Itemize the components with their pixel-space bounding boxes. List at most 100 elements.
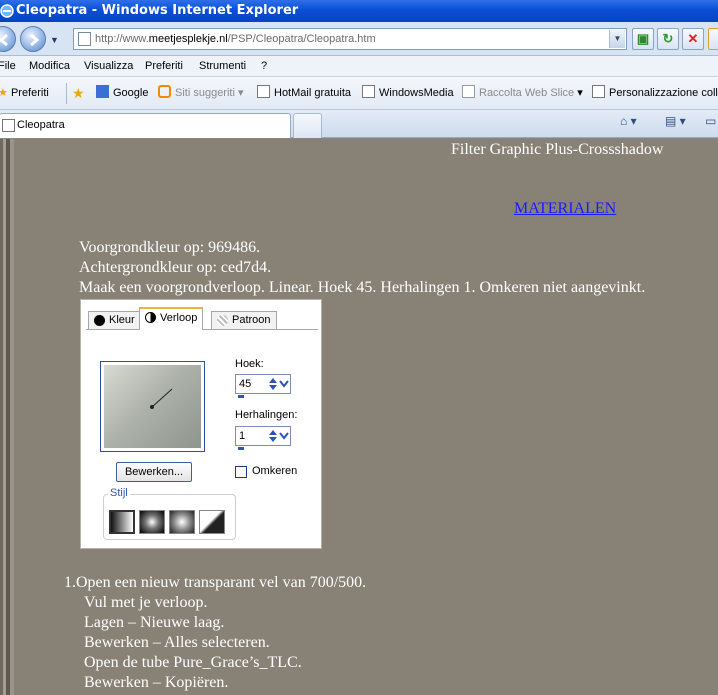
divider xyxy=(66,83,67,104)
address-toolbar: ▼ http://www.meetjesplekje.nl/PSP/Cleopa… xyxy=(0,22,718,56)
menu-tools[interactable]: Strumenti xyxy=(199,56,246,77)
address-dropdown-icon[interactable]: ▼ xyxy=(609,30,625,48)
fav-item-google[interactable]: Google xyxy=(96,77,148,110)
fav-item-personalize[interactable]: Personalizzazione colle xyxy=(592,77,718,110)
style-radial-icon xyxy=(199,510,225,534)
page-content: Filter Graphic Plus-Crossshadow MATERIAL… xyxy=(0,139,718,695)
gradient-preview xyxy=(100,361,205,452)
window-titlebar: Cleopatra - Windows Internet Explorer xyxy=(0,0,718,22)
materials-link[interactable]: MATERIALEN xyxy=(514,200,616,218)
internet-explorer-icon xyxy=(0,4,14,18)
url-prefix: http://www. xyxy=(95,33,149,45)
page-icon xyxy=(78,32,91,46)
fav-item-web-slice[interactable]: Raccolta Web Slice ▾ xyxy=(462,77,583,110)
step-line: Bewerken – Alles selecteren. xyxy=(84,634,270,651)
step-line: Lagen – Nieuwe laag. xyxy=(84,614,225,631)
rss-feed-icon[interactable]: ▤ ▾ xyxy=(665,114,686,128)
border-stripe xyxy=(10,139,14,695)
pattern-circle-icon xyxy=(217,315,228,326)
angle-handle-icon xyxy=(150,388,173,409)
fav-item-hotmail[interactable]: HotMail gratuita xyxy=(257,77,351,110)
step-line: Open de tube Pure_Grace’s_TLC. xyxy=(84,654,302,671)
suggested-sites-icon xyxy=(158,85,171,98)
ie-page-icon xyxy=(362,85,375,98)
star-icon: ★ xyxy=(0,87,8,99)
edit-button: Bewerken... xyxy=(116,462,192,482)
menu-edit[interactable]: Modifica xyxy=(29,56,70,77)
fav-item-windowsmedia[interactable]: WindowsMedia xyxy=(362,77,454,110)
search-box-button[interactable] xyxy=(708,28,718,50)
ie-page-icon xyxy=(462,85,475,98)
fav-item-label: HotMail gratuita xyxy=(274,87,352,99)
repeats-value: 1 xyxy=(239,430,246,442)
fav-item-label: Raccolta Web Slice xyxy=(479,87,575,99)
gradient-swatch xyxy=(104,365,201,448)
spinner-arrows-icon xyxy=(269,430,289,442)
intro-line: Maak een voorgrondverloop. Linear. Hoek … xyxy=(79,279,646,296)
tab-label: Verloop xyxy=(160,312,198,324)
fav-item-label: WindowsMedia xyxy=(379,87,454,99)
menu-favorites[interactable]: Preferiti xyxy=(145,56,183,77)
home-icon[interactable]: ⌂ ▾ xyxy=(620,114,637,128)
menu-file[interactable]: File xyxy=(0,56,16,77)
color-circle-icon xyxy=(94,315,105,326)
invert-checkbox xyxy=(235,466,247,478)
fav-item-suggested-sites[interactable]: Siti suggeriti ▾ xyxy=(158,77,244,110)
style-label: Stijl xyxy=(108,487,130,499)
spinner-slider xyxy=(238,395,244,398)
tab-color: Kleur xyxy=(88,311,141,329)
tab-label: Patroon xyxy=(232,314,271,326)
back-arrow-icon xyxy=(0,33,8,47)
tab-cleopatra[interactable]: Cleopatra xyxy=(0,113,291,138)
stop-button[interactable]: ✕ xyxy=(682,28,704,50)
add-favorite-icon[interactable]: ★ xyxy=(72,77,85,110)
url-host: meetjesplekje.nl xyxy=(148,33,228,45)
spinner-arrows-icon xyxy=(269,378,289,390)
step-line: 1.Open een nieuw transparant vel van 700… xyxy=(64,574,367,591)
ie-page-icon xyxy=(257,85,270,98)
tab-label: Kleur xyxy=(109,314,135,326)
back-button[interactable] xyxy=(0,26,16,52)
step-line: Bewerken – Kopiëren. xyxy=(84,674,229,691)
forward-button[interactable] xyxy=(20,26,46,52)
favorites-label: Preferiti xyxy=(10,87,49,99)
style-sunburst-icon xyxy=(169,510,195,534)
menu-bar: File Modifica Visualizza Preferiti Strum… xyxy=(0,56,718,77)
step-line: Vul met je verloop. xyxy=(84,594,208,611)
favorites-button[interactable]: ★ Preferiti xyxy=(0,77,49,110)
menu-help[interactable]: ? xyxy=(261,56,267,77)
window-title: Cleopatra - Windows Internet Explorer xyxy=(16,3,299,18)
refresh-button[interactable]: ↻ xyxy=(657,28,679,50)
forward-arrow-icon xyxy=(30,33,40,47)
new-tab-button[interactable] xyxy=(293,113,322,138)
tab-bar: Cleopatra xyxy=(0,110,718,138)
history-dropdown-icon[interactable]: ▼ xyxy=(50,35,59,45)
url-path: /PSP/Cleopatra/Cleopatra.htm xyxy=(227,33,376,45)
address-input[interactable]: http://www.meetjesplekje.nl/PSP/Cleopatr… xyxy=(73,28,627,50)
compatibility-icon: ▣ xyxy=(636,31,650,46)
print-icon[interactable]: ▭ xyxy=(705,114,716,128)
menu-view[interactable]: Visualizza xyxy=(84,56,133,77)
angle-spinner: 45 xyxy=(235,374,291,398)
gradient-circle-icon xyxy=(145,312,156,323)
angle-label: Hoek: xyxy=(235,358,264,370)
tab-gradient: Verloop xyxy=(139,307,204,330)
ie-page-icon xyxy=(592,85,605,98)
tab-title: Cleopatra xyxy=(17,119,65,131)
gradient-dialog-image: Kleur Verloop Patroon Hoek: 45 Herhaling… xyxy=(80,299,322,549)
invert-label: Omkeren xyxy=(252,465,298,477)
google-icon xyxy=(96,85,109,98)
favorites-bar: ★ Preferiti ★ Google Siti suggeriti ▾ Ho… xyxy=(0,77,718,110)
intro-line: Voorgrondkleur op: 969486. xyxy=(79,239,261,256)
tab-pattern: Patroon xyxy=(211,311,277,329)
spinner-slider xyxy=(238,447,244,450)
ie-page-icon xyxy=(2,119,15,132)
style-rectangular-icon xyxy=(139,510,165,534)
close-icon: ✕ xyxy=(687,31,699,46)
angle-value: 45 xyxy=(239,378,252,390)
fav-item-label: Personalizzazione colle xyxy=(609,87,718,99)
compatibility-view-button[interactable]: ▣ xyxy=(632,28,654,50)
repeats-label: Herhalingen: xyxy=(235,409,298,421)
style-group: Stijl xyxy=(103,487,236,540)
fav-item-label: Siti suggeriti xyxy=(175,87,235,99)
